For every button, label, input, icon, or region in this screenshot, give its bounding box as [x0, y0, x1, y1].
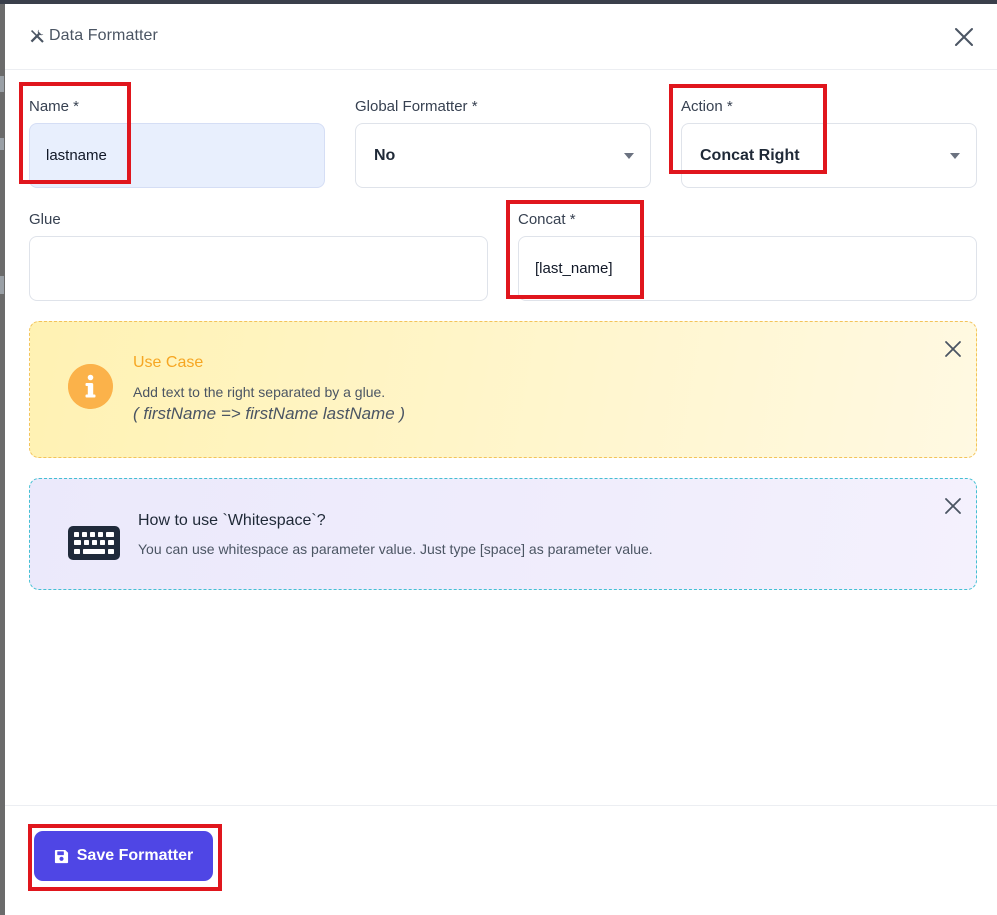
use-case-alert: Use Case Add text to the right separated… — [29, 321, 977, 458]
background-peek — [0, 276, 4, 294]
footer-divider — [5, 805, 997, 806]
concat-input[interactable]: [last_name] — [518, 236, 977, 301]
global-formatter-label: Global Formatter * — [355, 98, 478, 115]
dialog-title: Data Formatter — [49, 27, 158, 44]
use-case-description: Add text to the right separated by a glu… — [133, 384, 386, 400]
name-input[interactable]: lastname — [29, 123, 325, 188]
background-peek — [0, 138, 4, 150]
name-label: Name * — [29, 98, 80, 115]
save-formatter-label: Save Formatter — [76, 847, 194, 864]
floppy-disk-icon — [54, 849, 68, 863]
global-formatter-select[interactable]: No — [355, 123, 651, 188]
whitespace-alert: How to use `Whitespace`? You can use whi… — [29, 478, 977, 590]
whitespace-title: How to use `Whitespace`? — [138, 512, 326, 529]
background-peek — [0, 76, 4, 92]
action-value: Concat Right — [700, 146, 800, 164]
glue-input[interactable] — [29, 236, 488, 301]
name-value: lastname — [46, 147, 107, 164]
use-case-title: Use Case — [133, 354, 204, 371]
dialog-header: Data Formatter — [5, 4, 997, 70]
concat-value: [last_name] — [535, 260, 613, 277]
chevron-down-icon — [624, 152, 634, 159]
chevron-down-icon — [950, 152, 960, 159]
use-case-example: ( firstName => firstName lastName ) — [133, 404, 406, 423]
whitespace-description: You can use whitespace as parameter valu… — [138, 541, 653, 557]
tools-icon — [30, 29, 44, 43]
data-formatter-dialog: Data Formatter Name * lastname Global Fo… — [0, 0, 997, 915]
info-icon — [68, 364, 113, 409]
close-dialog-icon[interactable] — [953, 26, 975, 48]
keyboard-icon — [68, 526, 120, 560]
action-select[interactable]: Concat Right — [681, 123, 977, 188]
concat-label: Concat * — [518, 211, 576, 228]
save-formatter-button[interactable]: Save Formatter — [34, 831, 213, 881]
background-page-edge — [0, 4, 5, 915]
close-whitespace-icon[interactable] — [943, 496, 963, 516]
close-use-case-icon[interactable] — [943, 339, 963, 359]
glue-label: Glue — [29, 211, 61, 228]
action-label: Action * — [681, 98, 733, 115]
dialog-title-wrap: Data Formatter — [28, 27, 158, 45]
global-formatter-value: No — [374, 146, 396, 164]
